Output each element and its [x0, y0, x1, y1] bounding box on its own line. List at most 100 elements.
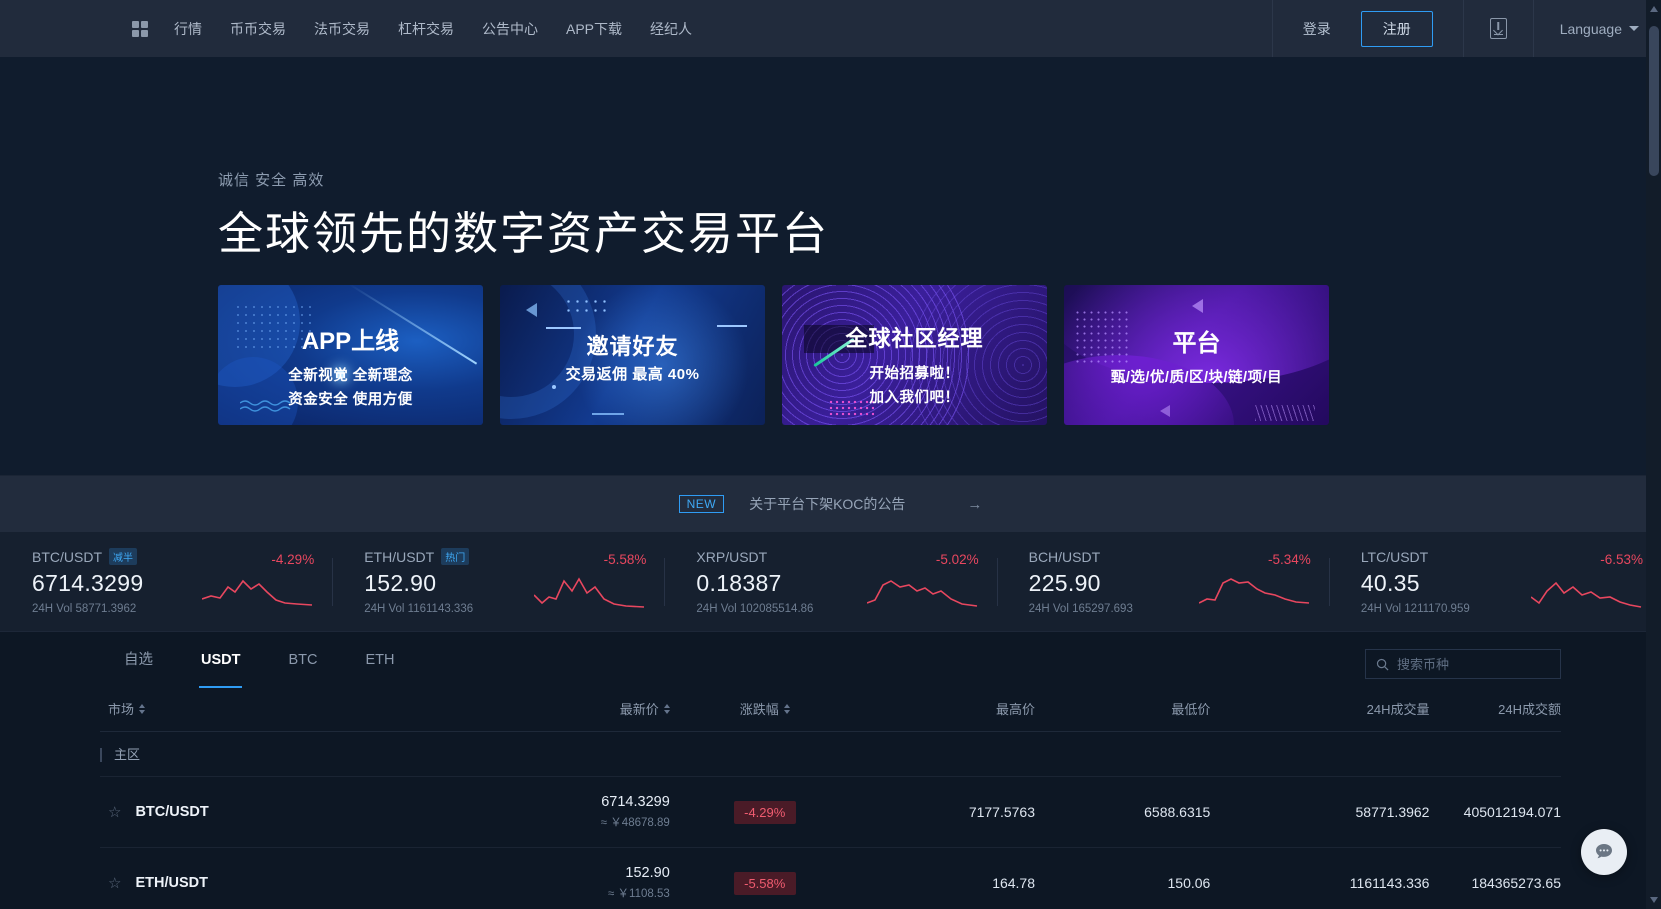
login-button[interactable]: 登录	[1273, 19, 1361, 39]
ticker-sparkline	[1531, 573, 1643, 613]
cell-change: -5.58%	[670, 848, 860, 909]
banner-line2: 加入我们吧！	[782, 386, 1047, 407]
ticker-card[interactable]: ETH/USDT 热门 152.90 24H Vol 1161143.336 -…	[332, 532, 664, 632]
ticker-card[interactable]: BTC/USDT 减半 6714.3299 24H Vol 58771.3962…	[0, 532, 332, 632]
ticker-pair: BTC/USDT	[32, 549, 102, 565]
market-table: 市场 最新价 涨跌幅	[100, 688, 1561, 909]
download-button[interactable]	[1464, 18, 1533, 39]
ticker-sparkline	[867, 573, 979, 613]
tab-usdt[interactable]: USDT	[177, 632, 264, 688]
tab-eth[interactable]: ETH	[341, 632, 418, 688]
banner-line1: 交易返佣 最高 40%	[500, 363, 765, 384]
nav-item-fiat-trade[interactable]: 法币交易	[314, 19, 370, 39]
market-table-head: 市场 最新价 涨跌幅	[100, 688, 1561, 732]
sort-icon	[139, 704, 145, 714]
ticker-volume: 24H Vol 1211170.959	[1361, 603, 1470, 615]
pair-label: ETH/USDT	[135, 875, 208, 891]
arrow-right-icon[interactable]: →	[967, 496, 982, 513]
language-selector[interactable]: Language	[1534, 21, 1661, 37]
announcement-link[interactable]: 关于平台下架KOC的公告	[749, 494, 905, 514]
scroll-down-arrow-icon[interactable]	[1650, 897, 1658, 903]
banner-line1: 开始招募啦！	[782, 362, 1047, 383]
scroll-up-arrow-icon[interactable]	[1650, 6, 1658, 12]
search-icon	[1376, 658, 1389, 671]
pair-label: BTC/USDT	[135, 804, 208, 820]
banner-line1: 全新视觉 全新理念	[218, 364, 483, 385]
top-header: 行情 币币交易 法币交易 杠杆交易 公告中心 APP下载 经纪人 登录 注册 L…	[0, 0, 1661, 57]
market-table-body: 主区 ☆ BTC/USDT 6714.3299 ≈ ￥48678.89	[100, 732, 1561, 909]
banner-title: 邀请好友	[500, 329, 765, 361]
ticker-pair: XRP/USDT	[696, 549, 767, 565]
column-market[interactable]: 市场	[100, 688, 480, 732]
banner-title: 平台	[1064, 323, 1329, 358]
banner-title: APP上线	[218, 321, 483, 356]
decor-triangle-icon	[1192, 299, 1203, 313]
market-tabs: 自选 USDT BTC ETH	[100, 632, 1561, 688]
ticker-card[interactable]: XRP/USDT 0.18387 24H Vol 102085514.86 -5…	[664, 532, 996, 632]
tab-btc[interactable]: BTC	[264, 632, 341, 688]
decor-triangle-icon	[526, 303, 537, 317]
column-label: 涨跌幅	[740, 699, 779, 718]
decor-dash-icon	[592, 413, 624, 415]
ticker-card[interactable]: LTC/USDT 40.35 24H Vol 1211170.959 -6.53…	[1329, 532, 1661, 632]
column-last-price[interactable]: 最新价	[480, 688, 670, 732]
table-row[interactable]: ☆ BTC/USDT 6714.3299 ≈ ￥48678.89 -4.29% …	[100, 777, 1561, 848]
search-input[interactable]	[1397, 657, 1550, 672]
banner-title: 全球社区经理	[782, 321, 1047, 353]
nav-item-broker[interactable]: 经纪人	[650, 19, 692, 39]
banner-line2: 资金安全 使用方便	[218, 388, 483, 409]
cell-pair[interactable]: ☆ ETH/USDT	[100, 848, 480, 909]
price-cny-value: ≈ ￥1108.53	[480, 885, 670, 901]
cell-high: 164.78	[860, 848, 1035, 909]
promo-banner-referral[interactable]: 邀请好友 交易返佣 最高 40%	[500, 285, 765, 425]
decor-triangle-icon	[1160, 405, 1170, 417]
promo-banner-community[interactable]: 全球社区经理 开始招募啦！ 加入我们吧！	[782, 285, 1047, 425]
column-high: 最高价	[860, 688, 1035, 732]
ticker-price: 225.90	[1029, 570, 1133, 597]
ticker-strip: BTC/USDT 减半 6714.3299 24H Vol 58771.3962…	[0, 532, 1661, 632]
ticker-price: 0.18387	[696, 570, 813, 597]
language-label: Language	[1560, 21, 1622, 37]
column-volume: 24H成交量	[1210, 688, 1429, 732]
cell-price: 6714.3299 ≈ ￥48678.89	[480, 777, 670, 848]
nav-item-app-download[interactable]: APP下载	[566, 19, 622, 39]
column-change[interactable]: 涨跌幅	[670, 688, 860, 732]
announcement-bar: NEW 关于平台下架KOC的公告 →	[0, 475, 1661, 532]
nav-item-coin-trade[interactable]: 币币交易	[230, 19, 286, 39]
change-badge: -4.29%	[734, 801, 796, 824]
tab-favorites[interactable]: 自选	[100, 632, 177, 688]
zone-row: 主区	[100, 732, 1561, 777]
nav-item-announcements[interactable]: 公告中心	[482, 19, 538, 39]
table-row[interactable]: ☆ ETH/USDT 152.90 ≈ ￥1108.53 -5.58% 164.…	[100, 848, 1561, 909]
cell-low: 6588.6315	[1035, 777, 1210, 848]
promo-banner-platform[interactable]: 平台 甄/选/优/质/区/块/链/项/目	[1064, 285, 1329, 425]
header-actions: 登录 注册 Language	[1272, 0, 1661, 57]
ticker-pair: LTC/USDT	[1361, 549, 1428, 565]
ticker-card[interactable]: BCH/USDT 225.90 24H Vol 165297.693 -5.34…	[997, 532, 1329, 632]
ticker-pair: BCH/USDT	[1029, 549, 1101, 565]
star-icon[interactable]: ☆	[108, 803, 121, 821]
star-icon[interactable]: ☆	[108, 874, 121, 892]
ticker-badge: 减半	[109, 548, 137, 565]
nav-item-margin-trade[interactable]: 杠杆交易	[398, 19, 454, 39]
search-container[interactable]	[1365, 649, 1561, 679]
ticker-price: 152.90	[364, 570, 473, 597]
grid-logo-icon[interactable]	[132, 21, 148, 37]
price-cny-value: ≈ ￥48678.89	[480, 814, 670, 830]
scrollbar-thumb[interactable]	[1649, 26, 1659, 176]
ticker-change: -6.53%	[1531, 552, 1643, 567]
ticker-pair-row: XRP/USDT	[696, 549, 813, 565]
register-button[interactable]: 注册	[1361, 11, 1433, 47]
decor-dash-icon	[717, 325, 747, 327]
chat-bubble-icon	[1592, 840, 1616, 864]
change-badge: -5.58%	[734, 872, 796, 895]
nav-item-markets[interactable]: 行情	[174, 19, 202, 39]
decor-dots-icon	[564, 297, 606, 315]
ticker-volume: 24H Vol 165297.693	[1029, 603, 1133, 615]
ticker-sparkline	[1199, 573, 1311, 613]
sort-icon	[664, 704, 670, 714]
cell-pair[interactable]: ☆ BTC/USDT	[100, 777, 480, 848]
page-scrollbar[interactable]	[1646, 0, 1661, 909]
promo-banner-app[interactable]: APP上线 全新视觉 全新理念 资金安全 使用方便	[218, 285, 483, 425]
chat-support-button[interactable]	[1581, 829, 1627, 875]
